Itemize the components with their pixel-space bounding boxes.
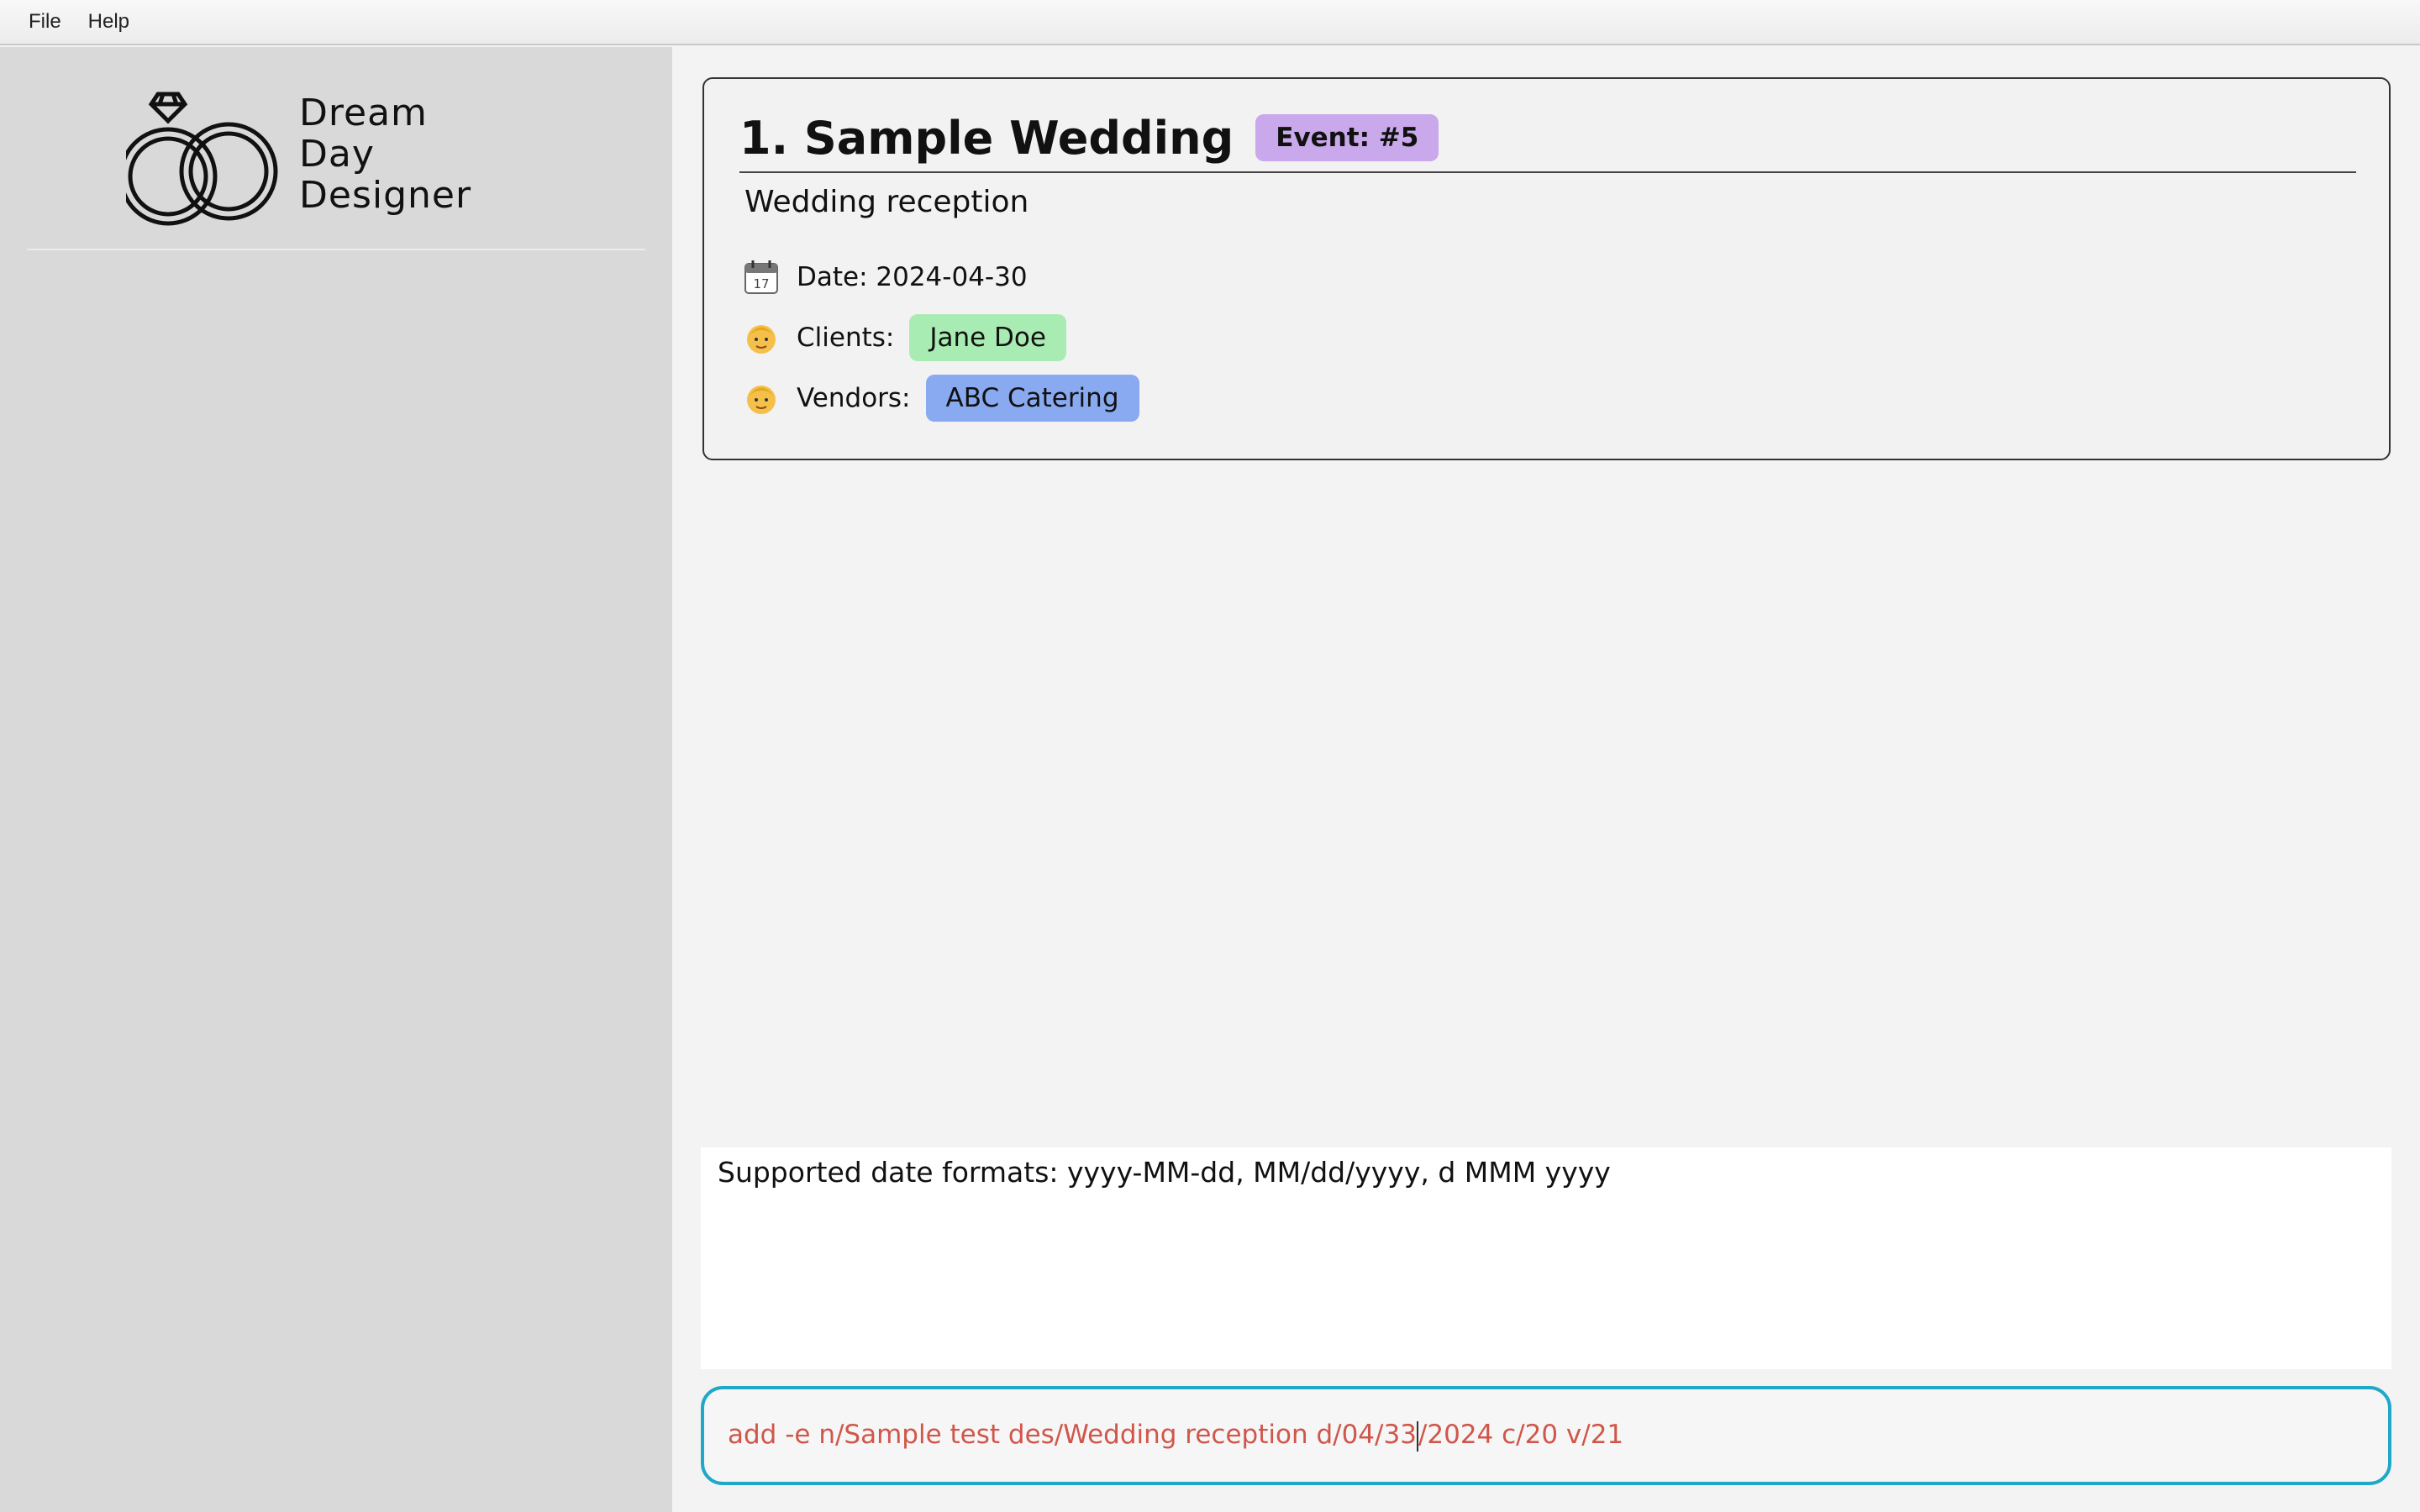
- event-id-badge: Event: #5: [1255, 114, 1439, 161]
- event-clients-row: Clients: Jane Doe: [743, 314, 1066, 361]
- event-title: 1. Sample Wedding: [739, 111, 1234, 165]
- sidebar-divider: [27, 249, 645, 250]
- clients-label: Clients:: [797, 323, 895, 353]
- logo-line-2: Day: [299, 133, 375, 176]
- event-card[interactable]: 1. Sample Wedding Event: #5 Wedding rece…: [702, 77, 2391, 460]
- menu-bar: File Help: [0, 0, 2420, 45]
- calendar-icon: 17: [743, 259, 780, 296]
- menu-file[interactable]: File: [15, 5, 75, 39]
- person-icon: [743, 319, 780, 356]
- app-logo: Dream Day Designer: [126, 86, 479, 228]
- event-card-header: 1. Sample Wedding Event: #5: [739, 104, 2356, 173]
- wedding-rings-icon: [126, 92, 278, 226]
- client-chip[interactable]: Jane Doe: [909, 314, 1066, 361]
- event-description: Wedding reception: [744, 185, 1029, 219]
- svg-text:17: 17: [753, 276, 769, 291]
- command-text-before-caret: add -e n/Sample test des/Wedding recepti…: [728, 1420, 1417, 1451]
- command-input[interactable]: add -e n/Sample test des/Wedding recepti…: [701, 1386, 2391, 1485]
- app-logo-text: Dream Day Designer: [299, 92, 471, 216]
- vendors-label: Vendors:: [797, 383, 911, 413]
- event-vendors-row: Vendors: ABC Catering: [743, 375, 1139, 422]
- command-text-after-caret: /2024 c/20 v/21: [1418, 1420, 1624, 1451]
- event-date-row: 17 Date: 2024-04-30: [743, 254, 1028, 301]
- result-message: Supported date formats: yyyy-MM-dd, MM/d…: [718, 1156, 1611, 1189]
- menu-help[interactable]: Help: [75, 5, 143, 39]
- logo-line-3: Designer: [299, 174, 472, 217]
- result-display[interactable]: Supported date formats: yyyy-MM-dd, MM/d…: [701, 1147, 2391, 1369]
- event-date: Date: 2024-04-30: [797, 262, 1028, 292]
- logo-line-1: Dream: [299, 92, 428, 134]
- person-icon: [743, 380, 780, 417]
- sidebar: Dream Day Designer: [0, 47, 672, 1512]
- command-text: add -e n/Sample test des/Wedding recepti…: [728, 1420, 1623, 1452]
- main-panel: 1. Sample Wedding Event: #5 Wedding rece…: [672, 47, 2420, 1512]
- vendor-chip[interactable]: ABC Catering: [925, 375, 1139, 422]
